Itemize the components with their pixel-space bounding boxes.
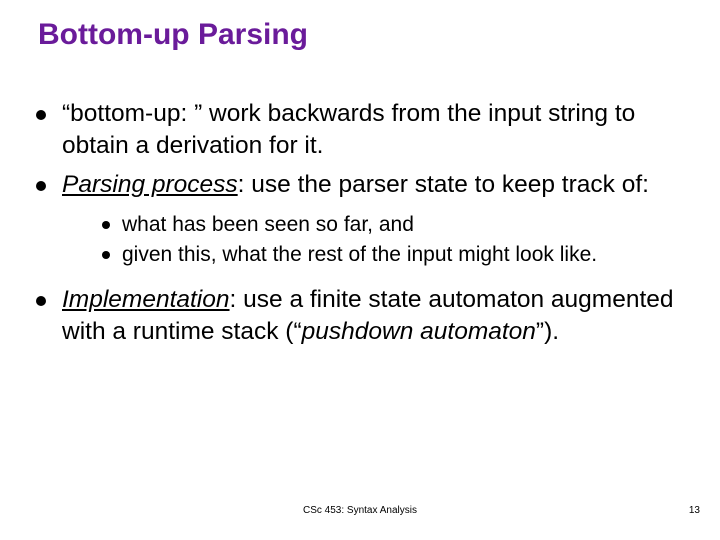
bullet-item-implementation: Implementation: use a finite state autom… xyxy=(32,284,690,349)
bullet-text: “bottom-up: ” work backwards from the in… xyxy=(62,100,635,159)
slide-body: “bottom-up: ” work backwards from the in… xyxy=(32,98,690,354)
bullet-term: Parsing process xyxy=(62,171,238,198)
footer-course: CSc 453: Syntax Analysis xyxy=(0,505,720,516)
bullet-text: : use the parser state to keep track of: xyxy=(238,171,649,198)
bullet-item-bottomup: “bottom-up: ” work backwards from the in… xyxy=(32,98,690,163)
slide-title: Bottom-up Parsing xyxy=(38,18,308,52)
sub-bullet-item: what has been seen so far, and xyxy=(98,211,690,239)
sub-bullet-item: given this, what the rest of the input m… xyxy=(98,241,690,269)
bullet-list: “bottom-up: ” work backwards from the in… xyxy=(32,98,690,348)
sub-bullet-list: what has been seen so far, and given thi… xyxy=(62,211,690,270)
slide: Bottom-up Parsing “bottom-up: ” work bac… xyxy=(0,0,720,540)
bullet-term: Implementation xyxy=(62,286,230,313)
sub-bullet-text: given this, what the rest of the input m… xyxy=(122,243,597,266)
sub-bullet-text: what has been seen so far, and xyxy=(122,213,414,236)
bullet-item-parsing-process: Parsing process: use the parser state to… xyxy=(32,169,690,270)
bullet-em: pushdown automaton xyxy=(302,318,536,345)
footer-page-number: 13 xyxy=(689,505,700,516)
bullet-text: ”). xyxy=(536,318,559,345)
